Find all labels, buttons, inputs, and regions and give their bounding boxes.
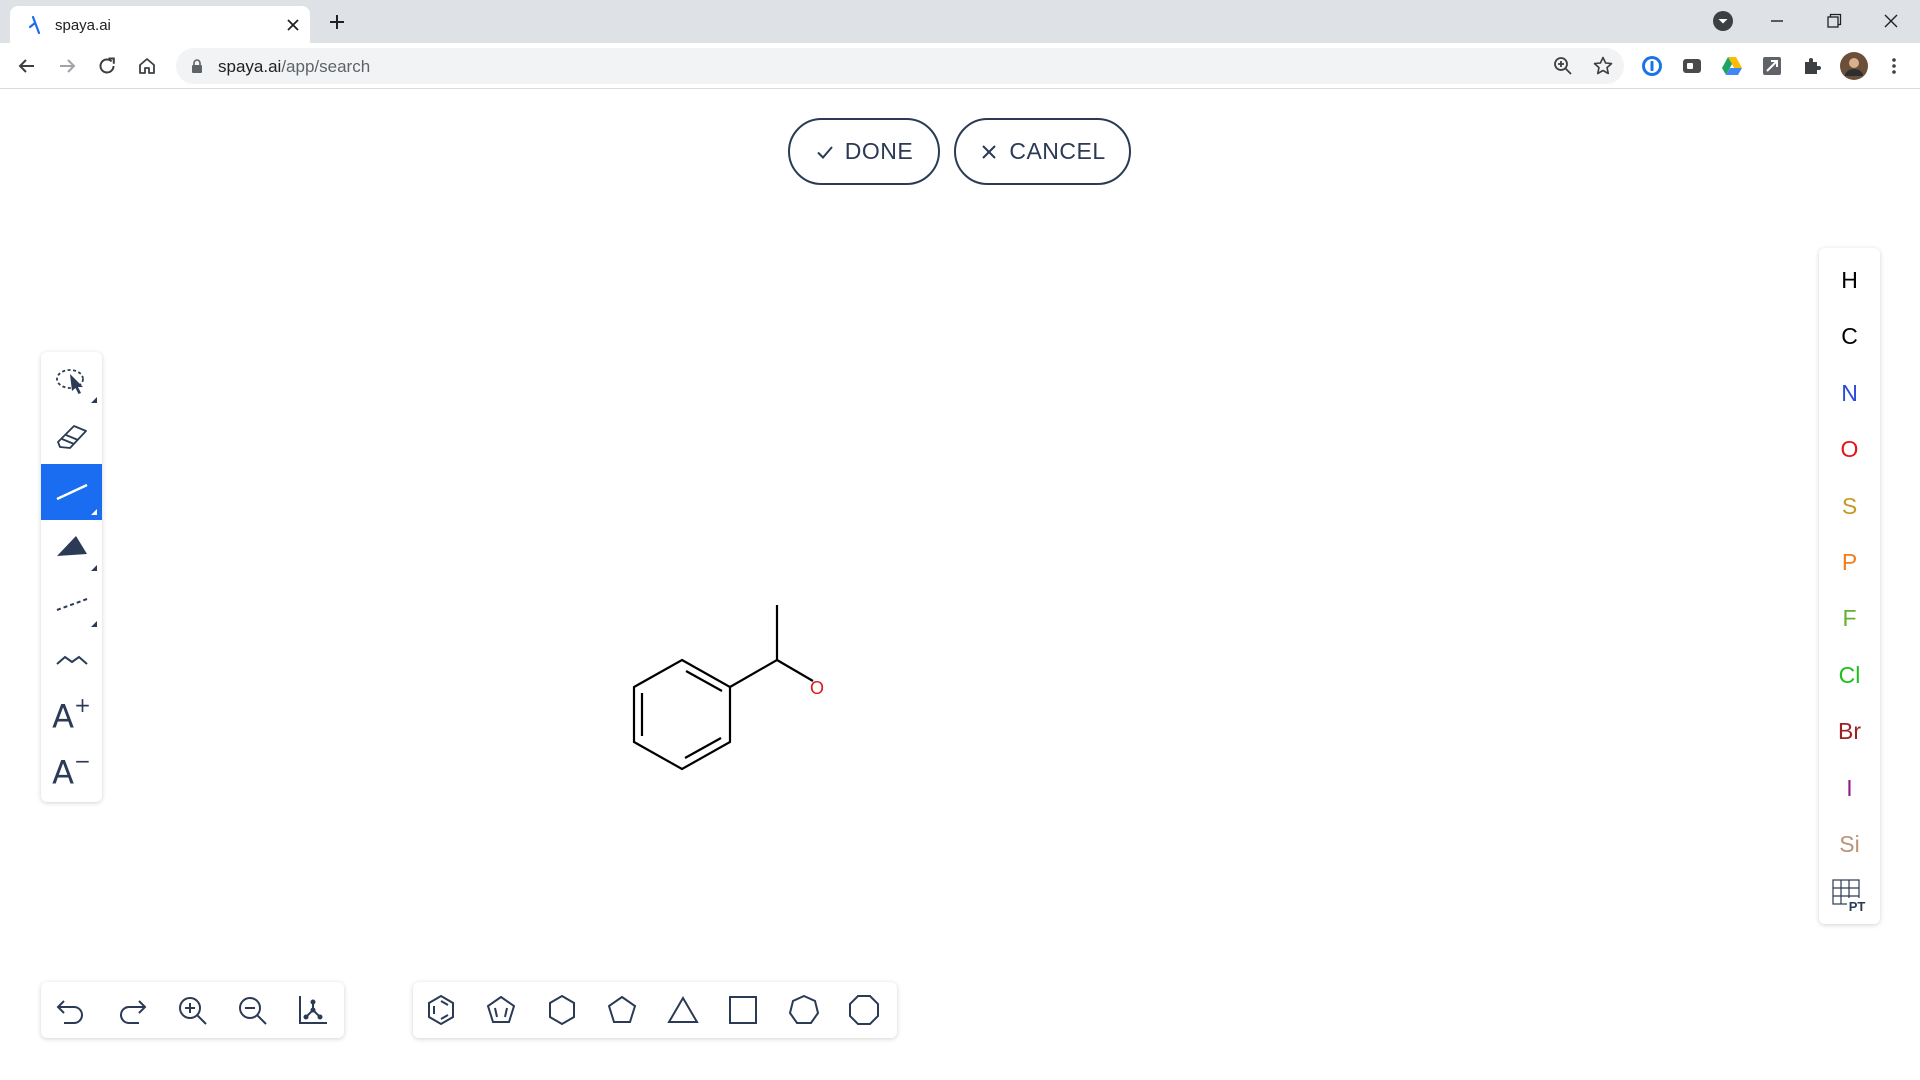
cycloheptane-template-icon[interactable] — [787, 993, 821, 1027]
new-tab-icon[interactable] — [325, 10, 349, 34]
chain-icon — [55, 655, 88, 665]
browser-tab[interactable]: spaya.ai — [10, 6, 310, 43]
tab-title: spaya.ai — [55, 17, 111, 34]
close-icon — [982, 144, 997, 159]
atom-sulfur[interactable]: S — [1819, 484, 1880, 528]
periodic-table-label: PT — [1849, 899, 1866, 914]
oxygen-atom-label[interactable]: O — [810, 678, 824, 698]
tool-single-bond[interactable] — [41, 464, 102, 520]
atom-silicon[interactable]: Si — [1819, 822, 1880, 866]
lock-icon[interactable] — [190, 58, 204, 74]
benzene-template-icon[interactable] — [424, 993, 458, 1027]
zoom-out-icon[interactable] — [235, 993, 269, 1027]
atom-chlorine[interactable]: Cl — [1819, 653, 1880, 697]
url-path: /app/search — [281, 57, 371, 76]
extension-icon[interactable] — [1680, 54, 1704, 78]
tool-dashed-bond[interactable] — [41, 576, 102, 632]
password-manager-extension-icon[interactable] — [1640, 54, 1664, 78]
atom-carbon[interactable]: C — [1819, 314, 1880, 358]
browser-toolbar: spaya.ai/app/search — [0, 43, 1920, 89]
atom-iodine[interactable]: I — [1819, 766, 1880, 810]
tab-search-icon[interactable] — [1710, 8, 1736, 34]
cancel-label: CANCEL — [1009, 138, 1106, 164]
charge-minus-label: A — [52, 753, 75, 792]
tool-chain[interactable] — [41, 632, 102, 688]
ring-template-toolbar — [413, 982, 897, 1038]
drawing-tool-palette: A+ A− — [41, 352, 102, 802]
cancel-button[interactable]: CANCEL — [954, 118, 1131, 185]
atom-phosphorus[interactable]: P — [1819, 540, 1880, 584]
browser-tabstrip: spaya.ai — [0, 0, 1920, 43]
wedge-bond-icon — [56, 536, 87, 556]
tool-lasso-select[interactable] — [41, 352, 102, 408]
charge-plus-label: A — [52, 697, 75, 736]
atom-palette: H C N O S P F Cl Br I Si PT — [1819, 248, 1880, 924]
spaya-favicon-icon — [28, 15, 41, 35]
atom-fluorine[interactable]: F — [1819, 596, 1880, 640]
undo-icon[interactable] — [54, 993, 88, 1027]
cyclopentadiene-template-icon[interactable] — [484, 993, 518, 1027]
tool-charge-minus[interactable]: A− — [41, 744, 102, 800]
url-text: spaya.ai/app/search — [218, 57, 370, 77]
submenu-corner — [91, 621, 97, 627]
lasso-select-icon — [55, 369, 84, 394]
home-icon[interactable] — [134, 53, 160, 79]
atom-hydrogen[interactable]: H — [1819, 258, 1880, 302]
reload-icon[interactable] — [94, 53, 120, 79]
address-bar[interactable]: spaya.ai/app/search — [176, 48, 1624, 84]
submenu-corner — [91, 509, 97, 515]
atom-bromine[interactable]: Br — [1819, 709, 1880, 753]
url-host: spaya.ai — [218, 57, 282, 76]
tab-close-icon[interactable] — [282, 14, 304, 36]
cyclobutane-template-icon[interactable] — [726, 993, 760, 1027]
periodic-table-icon[interactable]: PT — [1831, 878, 1867, 914]
redo-icon[interactable] — [115, 993, 149, 1027]
history-zoom-toolbar — [41, 982, 344, 1038]
done-button[interactable]: DONE — [788, 118, 940, 185]
atom-nitrogen[interactable]: N — [1819, 371, 1880, 415]
forward-icon[interactable] — [54, 53, 80, 79]
cyclopentane-template-icon[interactable] — [605, 993, 639, 1027]
eraser-icon — [56, 425, 87, 449]
back-icon[interactable] — [14, 53, 40, 79]
tool-charge-plus[interactable]: A+ — [41, 688, 102, 744]
profile-avatar[interactable] — [1840, 52, 1868, 80]
browser-menu-icon[interactable] — [1882, 54, 1906, 78]
cyclooctane-template-icon[interactable] — [847, 993, 881, 1027]
atom-oxygen[interactable]: O — [1819, 427, 1880, 471]
close-window-icon[interactable] — [1878, 8, 1904, 34]
zoom-in-icon[interactable] — [175, 993, 209, 1027]
submenu-corner — [91, 397, 97, 403]
tool-eraser[interactable] — [41, 408, 102, 464]
cyclopropane-template-icon[interactable] — [666, 993, 700, 1027]
google-drive-icon[interactable] — [1720, 54, 1744, 78]
side-chain[interactable] — [729, 605, 814, 688]
cyclohexane-template-icon[interactable] — [545, 993, 579, 1027]
molecule-editor: DONE CANCEL A+ A− O H C N O S P F Cl Br … — [0, 90, 1920, 1080]
extension-box-icon[interactable] — [1760, 54, 1784, 78]
submenu-corner — [91, 565, 97, 571]
bookmark-star-icon[interactable] — [1592, 55, 1614, 77]
single-bond-icon — [55, 483, 88, 501]
charge-plus-icon: A+ — [52, 692, 91, 736]
check-icon — [817, 145, 833, 159]
zoom-indicator-icon[interactable] — [1552, 55, 1574, 77]
molecule-canvas[interactable]: O — [600, 570, 860, 790]
clean-layout-icon[interactable] — [296, 993, 330, 1027]
minimize-icon[interactable] — [1764, 8, 1790, 34]
restore-icon[interactable] — [1821, 8, 1847, 34]
done-label: DONE — [844, 138, 914, 164]
tool-wedge-bond[interactable] — [41, 520, 102, 576]
benzene-ring[interactable] — [632, 658, 732, 771]
charge-minus-icon: A− — [52, 748, 91, 792]
dashed-bond-icon — [56, 598, 87, 611]
extensions-puzzle-icon[interactable] — [1800, 54, 1824, 78]
